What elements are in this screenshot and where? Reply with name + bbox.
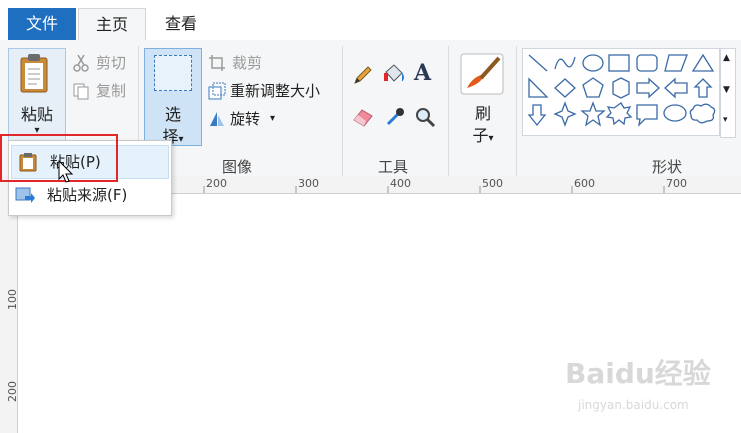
text-tool-icon[interactable]: A <box>414 60 431 86</box>
scissors-icon <box>73 54 89 72</box>
ruler-tick-label: 400 <box>390 177 411 190</box>
paste-from-icon <box>15 187 35 203</box>
fill-bucket-icon[interactable] <box>382 62 406 86</box>
crop-icon <box>209 55 225 71</box>
pencil-icon[interactable] <box>352 64 374 86</box>
select-button[interactable]: 选 择▾ <box>144 48 202 146</box>
ruler-tick-label: 200 <box>206 177 227 190</box>
shapes-scrollbar[interactable]: ▲ ▼ ▾ <box>720 48 736 138</box>
menu-item-paste-from[interactable]: 粘贴来源(F) <box>9 179 171 211</box>
ruler-ticks <box>203 186 665 193</box>
chevron-down-icon: ▾ <box>270 113 276 124</box>
resize-icon <box>208 82 226 100</box>
watermark-url: jingyan.baidu.com <box>578 398 689 412</box>
chevron-down-icon: ▾ <box>488 133 494 144</box>
horizontal-ruler: 200 300 400 500 600 700 <box>170 176 741 194</box>
group-separator <box>342 46 343 176</box>
brush-icon <box>460 53 504 95</box>
scroll-down-icon[interactable]: ▼ <box>723 85 730 95</box>
tab-home[interactable]: 主页 <box>78 8 146 41</box>
select-label-1: 选 <box>164 105 181 124</box>
chevron-down-icon: ▾ <box>178 134 184 145</box>
brushes-label-2-row: 子▾ <box>455 122 511 146</box>
magnifier-icon[interactable] <box>414 106 436 128</box>
rotate-icon <box>210 112 224 126</box>
select-rectangle-icon <box>154 55 192 91</box>
resize-label: 重新调整大小 <box>230 82 321 100</box>
tools-group-label: 工具 <box>378 158 409 176</box>
brushes-label-1: 刷 <box>474 104 491 123</box>
rotate-label: 旋转 <box>230 110 261 128</box>
crop-label: 裁剪 <box>232 54 263 72</box>
cut-label: 剪切 <box>96 54 127 72</box>
shapes-grid-icon[interactable] <box>523 49 719 135</box>
image-group-label: 图像 <box>222 158 253 176</box>
ruler-tick-label: 500 <box>482 177 503 190</box>
shapes-gallery <box>522 48 720 136</box>
mouse-cursor-icon <box>58 160 74 183</box>
brushes-button[interactable]: 刷 子▾ <box>455 48 511 146</box>
ruler-tick-label: 300 <box>298 177 319 190</box>
copy-icon <box>73 83 89 100</box>
group-separator <box>448 46 449 176</box>
tab-view[interactable]: 查看 <box>150 8 212 40</box>
ruler-tick-label: 600 <box>574 177 595 190</box>
scroll-up-icon[interactable]: ▲ <box>723 53 730 63</box>
shapes-group-label: 形状 <box>652 158 683 176</box>
group-separator <box>516 46 517 176</box>
tab-file[interactable]: 文件 <box>8 8 76 40</box>
paste-label: 粘贴 <box>20 105 53 124</box>
clipboard-icon <box>20 54 48 93</box>
paste-button[interactable]: 粘贴 ▾ <box>8 48 66 146</box>
vertical-ruler: 100 200 <box>0 193 19 433</box>
ribbon-tab-bar: 文件 主页 查看 <box>0 0 741 41</box>
eraser-icon[interactable] <box>352 106 374 128</box>
brushes-label-2: 子 <box>472 126 489 145</box>
expand-gallery-icon[interactable]: ▾ <box>723 115 728 125</box>
ruler-tick-label: 700 <box>666 177 687 190</box>
copy-label: 复制 <box>96 82 127 100</box>
color-picker-icon[interactable] <box>384 106 406 128</box>
